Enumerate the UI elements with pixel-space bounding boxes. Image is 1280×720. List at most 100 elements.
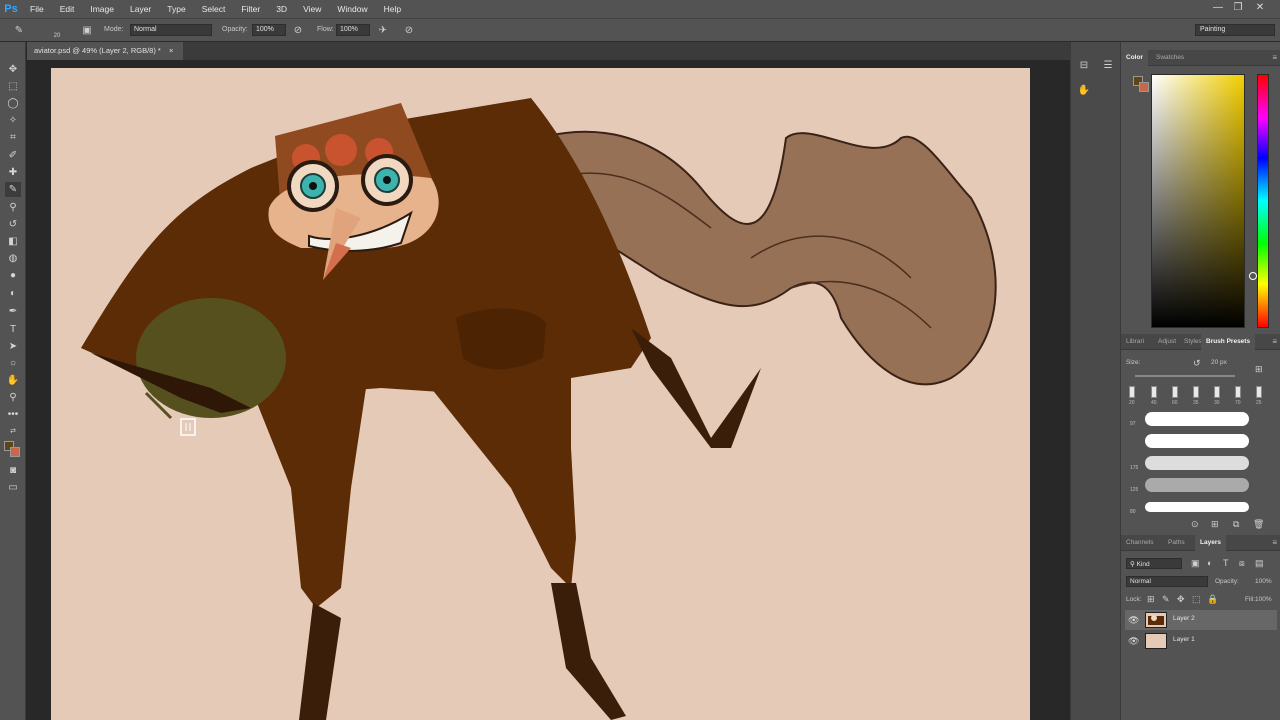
brush-preset-row[interactable]: 175 (1127, 453, 1277, 473)
brush-tool-icon[interactable]: ✎ (12, 24, 26, 38)
screen-mode-icon[interactable]: ▭ (5, 480, 21, 495)
brush-preset-row[interactable]: 97 (1127, 409, 1277, 429)
lock-transparent-icon[interactable]: ⊞ (1147, 594, 1155, 605)
gradient-tool-icon[interactable]: ◍ (5, 251, 21, 266)
history-brush-tool-icon[interactable]: ↺ (5, 217, 21, 232)
color-picker-marker[interactable] (1249, 272, 1257, 280)
menu-window[interactable]: Window (329, 0, 375, 18)
brush-size-slider[interactable] (1135, 375, 1235, 377)
filter-pixel-icon[interactable]: ▣ (1191, 558, 1200, 569)
menu-view[interactable]: View (295, 0, 329, 18)
panel-menu-icon[interactable]: ≡ (1272, 538, 1277, 547)
close-window-button[interactable]: ✕ (1250, 0, 1270, 18)
color-background-swatch[interactable] (1139, 82, 1149, 92)
tab-swatches[interactable]: Swatches (1151, 50, 1189, 66)
visibility-eye-icon[interactable]: 👁 (1128, 615, 1139, 626)
brush-preset-row[interactable] (1127, 431, 1277, 451)
pressure-opacity-icon[interactable]: ⊘ (291, 24, 305, 38)
lock-position-icon[interactable]: ✥ (1177, 594, 1185, 605)
filter-shape-icon[interactable]: ⧈ (1239, 558, 1245, 569)
brush-size-picker[interactable]: 20 (50, 24, 64, 39)
swap-colors-icon[interactable]: ⇄ (5, 424, 21, 439)
lock-pixels-icon[interactable]: ✎ (1162, 594, 1170, 605)
move-tool-icon[interactable]: ✥ (5, 62, 21, 77)
eraser-tool-icon[interactable]: ◧ (5, 234, 21, 249)
marquee-tool-icon[interactable]: ⬚ (5, 79, 21, 94)
tab-color[interactable]: Color (1121, 50, 1148, 66)
brush-preset-row[interactable]: 80 (1127, 497, 1277, 517)
path-select-tool-icon[interactable]: ➤ (5, 339, 21, 354)
size-tick[interactable] (1214, 386, 1220, 398)
pressure-size-icon[interactable]: ⊘ (402, 24, 416, 38)
eyedropper-tool-icon[interactable]: ✐ (5, 148, 21, 163)
layer-filter-select[interactable]: ⚲ Kind (1126, 558, 1182, 569)
menu-file[interactable]: File (22, 0, 52, 18)
blur-tool-icon[interactable]: ● (5, 268, 21, 283)
type-tool-icon[interactable]: T (5, 322, 21, 337)
more-tools-icon[interactable]: ••• (5, 407, 21, 422)
artboard[interactable] (51, 68, 1031, 720)
crop-tool-icon[interactable]: ⌗ (5, 130, 21, 145)
menu-3d[interactable]: 3D (268, 0, 295, 18)
brush-tool-icon[interactable]: ✎ (5, 182, 21, 197)
close-document-icon[interactable]: × (169, 46, 173, 55)
filter-type-icon[interactable]: T (1223, 558, 1229, 568)
brush-preset-row[interactable]: 125 (1127, 475, 1277, 495)
lasso-tool-icon[interactable]: ◯ (5, 96, 21, 111)
layer-row-layer-2[interactable]: 👁 Layer 2 (1125, 610, 1277, 630)
opacity-input[interactable]: 100% (252, 24, 286, 36)
workspace-select[interactable]: Painting (1195, 24, 1275, 36)
tab-libraries[interactable]: Librari (1121, 334, 1149, 350)
healing-brush-tool-icon[interactable]: ✚ (5, 165, 21, 180)
tab-channels[interactable]: Channels (1121, 535, 1158, 551)
quick-select-tool-icon[interactable]: ✧ (5, 113, 21, 128)
shape-tool-icon[interactable]: ○ (5, 356, 21, 371)
menu-layer[interactable]: Layer (122, 0, 159, 18)
tab-paths[interactable]: Paths (1163, 535, 1190, 551)
lock-all-icon[interactable]: 🔒 (1207, 594, 1218, 605)
fill-value[interactable]: 100% (1255, 596, 1272, 603)
restore-button[interactable]: ❐ (1228, 0, 1248, 18)
brush-grid-icon[interactable]: ⊞ (1211, 519, 1219, 530)
size-tick[interactable] (1129, 386, 1135, 398)
document-tab[interactable]: aviator.psd @ 49% (Layer 2, RGB/8) * × (27, 42, 184, 60)
clone-stamp-tool-icon[interactable]: ⚲ (5, 200, 21, 215)
quick-mask-icon[interactable]: ◙ (5, 463, 21, 478)
flow-input[interactable]: 100% (336, 24, 370, 36)
filter-adjustment-icon[interactable]: ◐ (1207, 558, 1212, 568)
dodge-tool-icon[interactable]: ◐ (5, 286, 21, 301)
hand-tool-icon[interactable]: ✋ (5, 373, 21, 388)
saturation-brightness-field[interactable] (1151, 74, 1257, 328)
layer-opacity-value[interactable]: 100% (1255, 578, 1272, 585)
menu-edit[interactable]: Edit (52, 0, 83, 18)
delete-brush-icon[interactable]: 🗑 (1253, 519, 1264, 530)
create-brush-icon[interactable]: ⧉ (1233, 519, 1239, 530)
new-preset-icon[interactable]: ⊞ (1255, 364, 1263, 375)
panel-menu-icon[interactable]: ≡ (1272, 337, 1277, 346)
actions-panel-icon[interactable]: ✋ (1076, 83, 1092, 99)
layer-row-layer-1[interactable]: 👁 Layer 1 (1125, 631, 1277, 651)
toggle-brush-panel-icon[interactable]: ⊙ (1191, 519, 1199, 530)
zoom-tool-icon[interactable]: ⚲ (5, 390, 21, 405)
minimize-button[interactable]: — (1208, 0, 1228, 18)
menu-help[interactable]: Help (376, 0, 409, 18)
size-tick[interactable] (1193, 386, 1199, 398)
reset-size-icon[interactable]: ↺ (1193, 358, 1201, 369)
vertical-scrollbar[interactable] (1030, 60, 1070, 720)
tab-layers[interactable]: Layers (1195, 535, 1226, 551)
history-panel-icon[interactable]: ⊟ (1076, 58, 1092, 74)
size-tick[interactable] (1256, 386, 1262, 398)
tab-adjustments[interactable]: Adjust (1153, 334, 1181, 350)
properties-panel-icon[interactable]: ☰ (1100, 58, 1116, 74)
pen-tool-icon[interactable]: ✒ (5, 304, 21, 319)
brush-panel-toggle-icon[interactable]: ▣ (80, 24, 94, 38)
size-tick[interactable] (1151, 386, 1157, 398)
menu-select[interactable]: Select (194, 0, 234, 18)
menu-filter[interactable]: Filter (233, 0, 268, 18)
visibility-eye-icon[interactable]: 👁 (1128, 636, 1139, 647)
panel-menu-icon[interactable]: ≡ (1272, 53, 1277, 62)
size-tick[interactable] (1235, 386, 1241, 398)
tab-brush-presets[interactable]: Brush Presets (1201, 334, 1256, 350)
blend-mode-select[interactable]: Normal (1126, 576, 1208, 587)
hue-slider[interactable] (1257, 74, 1269, 328)
